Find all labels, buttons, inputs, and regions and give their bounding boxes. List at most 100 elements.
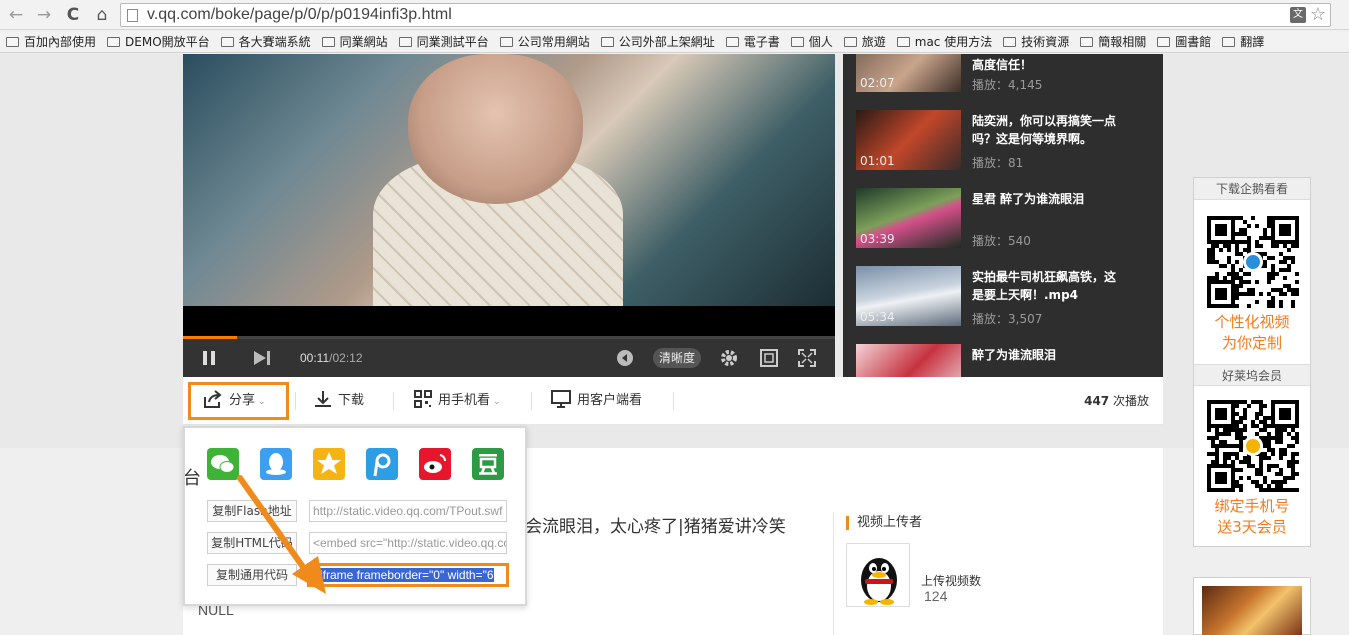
promo-text[interactable]: 为你定制	[1194, 333, 1310, 354]
folder-icon	[725, 37, 739, 47]
share-button[interactable]: 分享 ⌄	[203, 377, 266, 425]
divider	[833, 512, 834, 635]
avatar[interactable]	[846, 543, 910, 607]
translate-icon[interactable]: 文	[1290, 7, 1306, 23]
video-thumbnail[interactable]: 05:34	[856, 266, 961, 326]
folder-icon	[220, 37, 234, 47]
video-toolbar: 分享 ⌄ 下载 用手机看 ⌄ 用客户端看 447 次播放	[183, 377, 1163, 425]
bookmark-folder[interactable]: 公司常用網站	[499, 31, 590, 52]
bookmark-folder[interactable]: 技術資源	[1003, 31, 1069, 52]
qq-penguin-icon	[861, 558, 897, 605]
ad-image	[1202, 586, 1302, 635]
playlist-item[interactable]: 醉了为谁流眼泪	[856, 344, 1156, 377]
playlist-item-plays: 播放：81	[972, 156, 1024, 170]
pause-icon[interactable]	[201, 350, 217, 366]
qr-code-icon	[414, 390, 432, 408]
url-text[interactable]: v.qq.com/boke/page/p/0/p/p0194infi3p.htm…	[147, 6, 452, 24]
forward-icon[interactable]: →	[34, 5, 54, 25]
folder-icon	[600, 37, 614, 47]
video-thumbnail[interactable]: 03:39	[856, 188, 961, 248]
playlist-item-title[interactable]: 陆奕洲，你可以再搞笑一点吗？这是何等境界啊。	[972, 112, 1122, 148]
uploaded-videos-label: 上传视频数	[921, 574, 982, 588]
mobile-watch-button[interactable]: 用手机看 ⌄	[414, 377, 501, 425]
qr-code-image[interactable]	[1207, 216, 1299, 308]
promo-text[interactable]: 送3天会员	[1194, 517, 1310, 538]
folder-icon	[499, 37, 513, 47]
annotation-arrow	[237, 475, 326, 594]
bookmark-folder[interactable]: 同業網站	[321, 31, 388, 52]
volume-icon[interactable]	[616, 349, 634, 367]
video-thumbnail[interactable]: 01:01	[856, 110, 961, 170]
divider	[531, 392, 532, 410]
folder-icon	[790, 37, 804, 47]
play-count: 447 次播放	[1084, 394, 1149, 408]
divider	[295, 392, 296, 410]
bookmark-folder[interactable]: 同業測試平台	[398, 31, 489, 52]
playlist-item[interactable]: 01:01 陆奕洲，你可以再搞笑一点吗？这是何等境界啊。 播放：81	[856, 110, 1156, 172]
playlist-item-title[interactable]: 星君 醉了为谁流眼泪	[972, 190, 1122, 208]
reload-icon[interactable]: C	[63, 5, 83, 25]
bookmark-folder[interactable]: 翻譯	[1222, 31, 1264, 52]
playlist-item[interactable]: 05:34 实拍最牛司机狂飙高铁，这是要上天啊！.mp4 播放：3,507	[856, 266, 1156, 328]
bookmarks-bar: 百加內部使用 DEMO開放平台 各大賽端系統 同業網站 同業測試平台 公司常用網站 公司外部…	[0, 31, 1349, 53]
bookmark-folder[interactable]: 旅遊	[843, 31, 886, 52]
settings-gear-icon[interactable]	[719, 348, 739, 368]
qr-code-image[interactable]	[1207, 400, 1299, 492]
video-player[interactable]: 00:11/02:12 清晰度	[183, 54, 835, 377]
bookmark-folder[interactable]: 個人	[790, 31, 833, 52]
page-icon	[127, 9, 138, 22]
address-bar[interactable]: v.qq.com/boke/page/p/0/p/p0194infi3p.htm…	[120, 3, 1331, 27]
bookmark-folder[interactable]: 電子書	[725, 31, 780, 52]
related-playlist: » 02:07 高度信任！ 播放：4,145 01:01 陆奕洲，你可以再搞笑一…	[843, 54, 1163, 377]
playlist-item-title[interactable]: 醉了为谁流眼泪	[972, 346, 1122, 364]
folder-icon	[1080, 37, 1094, 47]
bookmark-star-icon[interactable]: ☆	[1310, 4, 1326, 25]
folder-icon	[896, 37, 910, 47]
bookmark-folder[interactable]: 百加內部使用	[6, 31, 96, 52]
playlist-item[interactable]: 03:39 星君 醉了为谁流眼泪 播放：540	[856, 188, 1156, 250]
playlist-item-title[interactable]: 实拍最牛司机狂飙高铁，这是要上天啊！.mp4	[972, 268, 1122, 304]
section-heading-char: 台	[183, 468, 201, 489]
download-icon	[315, 391, 331, 407]
folder-icon	[1003, 37, 1017, 47]
quality-button[interactable]: 清晰度	[653, 348, 702, 368]
playlist-item-plays: 播放：540	[972, 234, 1031, 248]
promo-text[interactable]: 绑定手机号	[1194, 496, 1310, 517]
back-icon[interactable]: ←	[6, 5, 26, 25]
playlist-item[interactable]: 02:07 高度信任！ 播放：4,145	[856, 54, 1156, 94]
download-button[interactable]: 下载	[314, 377, 364, 425]
sina-weibo-icon[interactable]	[419, 448, 451, 480]
video-frame[interactable]	[183, 54, 835, 306]
bookmark-folder[interactable]: DEMO開放平台	[107, 31, 210, 52]
browser-toolbar: ← → C ⌂ v.qq.com/boke/page/p/0/p/p0194in…	[0, 0, 1349, 30]
bookmark-folder[interactable]: 簡報相關	[1080, 31, 1146, 52]
tencent-weibo-icon[interactable]	[366, 448, 398, 480]
uploaded-videos-count: 124	[924, 588, 948, 604]
video-thumbnail[interactable]: 02:07	[856, 54, 961, 92]
fullscreen-icon[interactable]	[798, 349, 816, 367]
video-frame-subject	[408, 54, 583, 204]
member-title: 好莱坞会员	[1194, 364, 1310, 386]
video-letterbox	[183, 306, 835, 336]
monitor-icon	[551, 390, 571, 408]
bookmark-folder[interactable]: 各大賽端系統	[220, 31, 311, 52]
bookmark-folder[interactable]: 圖書館	[1157, 31, 1211, 52]
chevron-down-icon: ⌄	[258, 397, 266, 407]
playlist-item-title[interactable]: 高度信任！	[972, 56, 1122, 74]
side-ad-banner[interactable]	[1193, 577, 1311, 635]
folder-icon	[398, 37, 412, 47]
folder-icon	[107, 37, 121, 47]
bookmark-folder[interactable]: mac 使用方法	[896, 31, 992, 52]
video-title: 会流眼泪，太心疼了|猪猪爱讲冷笑	[525, 517, 786, 537]
douban-icon[interactable]	[472, 448, 504, 480]
home-icon[interactable]: ⌂	[92, 5, 112, 25]
next-icon[interactable]	[253, 350, 271, 366]
bookmark-folder[interactable]: 公司外部上架網址	[600, 31, 715, 52]
client-watch-button[interactable]: 用客户端看	[551, 377, 642, 425]
page-content: 00:11/02:12 清晰度 » 02:07 高度信任！ 播放：4,145 0…	[0, 54, 1349, 635]
promo-text[interactable]: 个性化视频	[1194, 312, 1310, 333]
folder-icon	[1222, 37, 1236, 47]
share-icon	[204, 390, 222, 408]
theater-mode-icon[interactable]	[760, 349, 778, 367]
video-thumbnail[interactable]	[856, 344, 961, 377]
